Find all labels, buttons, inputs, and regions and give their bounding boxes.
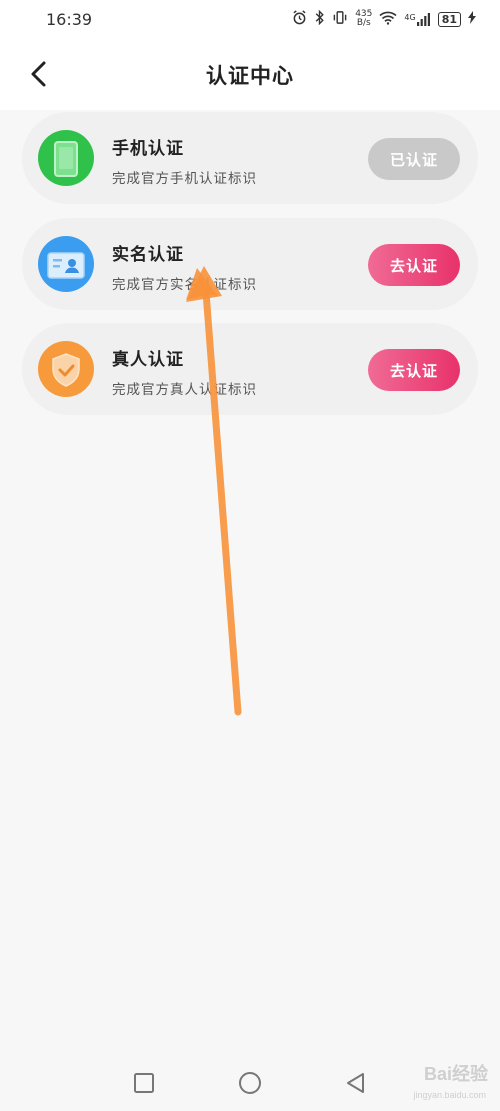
back-nav-button[interactable] xyxy=(344,1071,368,1095)
watermark-url: jingyan.baidu.com xyxy=(413,1090,486,1100)
card-description: 完成官方真人认证标识 xyxy=(112,382,257,398)
signal-icon: 4G xyxy=(404,12,430,26)
page-title: 认证中心 xyxy=(206,64,294,88)
home-button[interactable] xyxy=(238,1071,262,1095)
network-type: 4G xyxy=(404,12,416,22)
real-person-verification-card: 真人认证 完成官方真人认证标识 去认证 xyxy=(22,323,478,415)
id-card-icon xyxy=(38,236,94,292)
battery-indicator: 81 xyxy=(437,11,461,27)
network-speed: 435 B/s xyxy=(355,10,372,28)
card-description: 完成官方手机认证标识 xyxy=(112,171,257,187)
circle-icon xyxy=(238,1072,262,1099)
phone-icon xyxy=(38,130,94,186)
card-title: 真人认证 xyxy=(112,350,184,370)
verify-real-person-button[interactable]: 去认证 xyxy=(368,349,460,391)
shield-check-icon xyxy=(38,341,94,397)
status-icons: 435 B/s 4G 81 xyxy=(292,10,476,28)
watermark-logo: Bai经验 xyxy=(423,1064,488,1084)
wifi-icon xyxy=(379,11,397,28)
status-time: 16:39 xyxy=(46,9,93,29)
vibrate-icon xyxy=(332,10,348,28)
card-description: 完成官方实名认证标识 xyxy=(112,277,257,293)
square-icon xyxy=(132,1073,156,1099)
verified-button[interactable]: 已认证 xyxy=(368,138,460,180)
phone-verification-card: 手机认证 完成官方手机认证标识 已认证 xyxy=(22,112,478,204)
card-title: 实名认证 xyxy=(112,245,184,265)
network-speed-unit: B/s xyxy=(356,18,371,28)
card-title: 手机认证 xyxy=(112,139,184,159)
real-name-verification-card: 实名认证 完成官方实名认证标识 去认证 xyxy=(22,218,478,310)
charging-icon xyxy=(468,11,476,27)
header: 认证中心 xyxy=(0,38,500,110)
verify-real-name-button[interactable]: 去认证 xyxy=(368,244,460,286)
recent-apps-button[interactable] xyxy=(132,1071,156,1095)
alarm-icon xyxy=(292,10,307,28)
status-bar: 16:39 435 B/s 4G 81 xyxy=(0,0,500,38)
bluetooth-icon xyxy=(314,9,325,28)
triangle-back-icon xyxy=(344,1073,368,1099)
